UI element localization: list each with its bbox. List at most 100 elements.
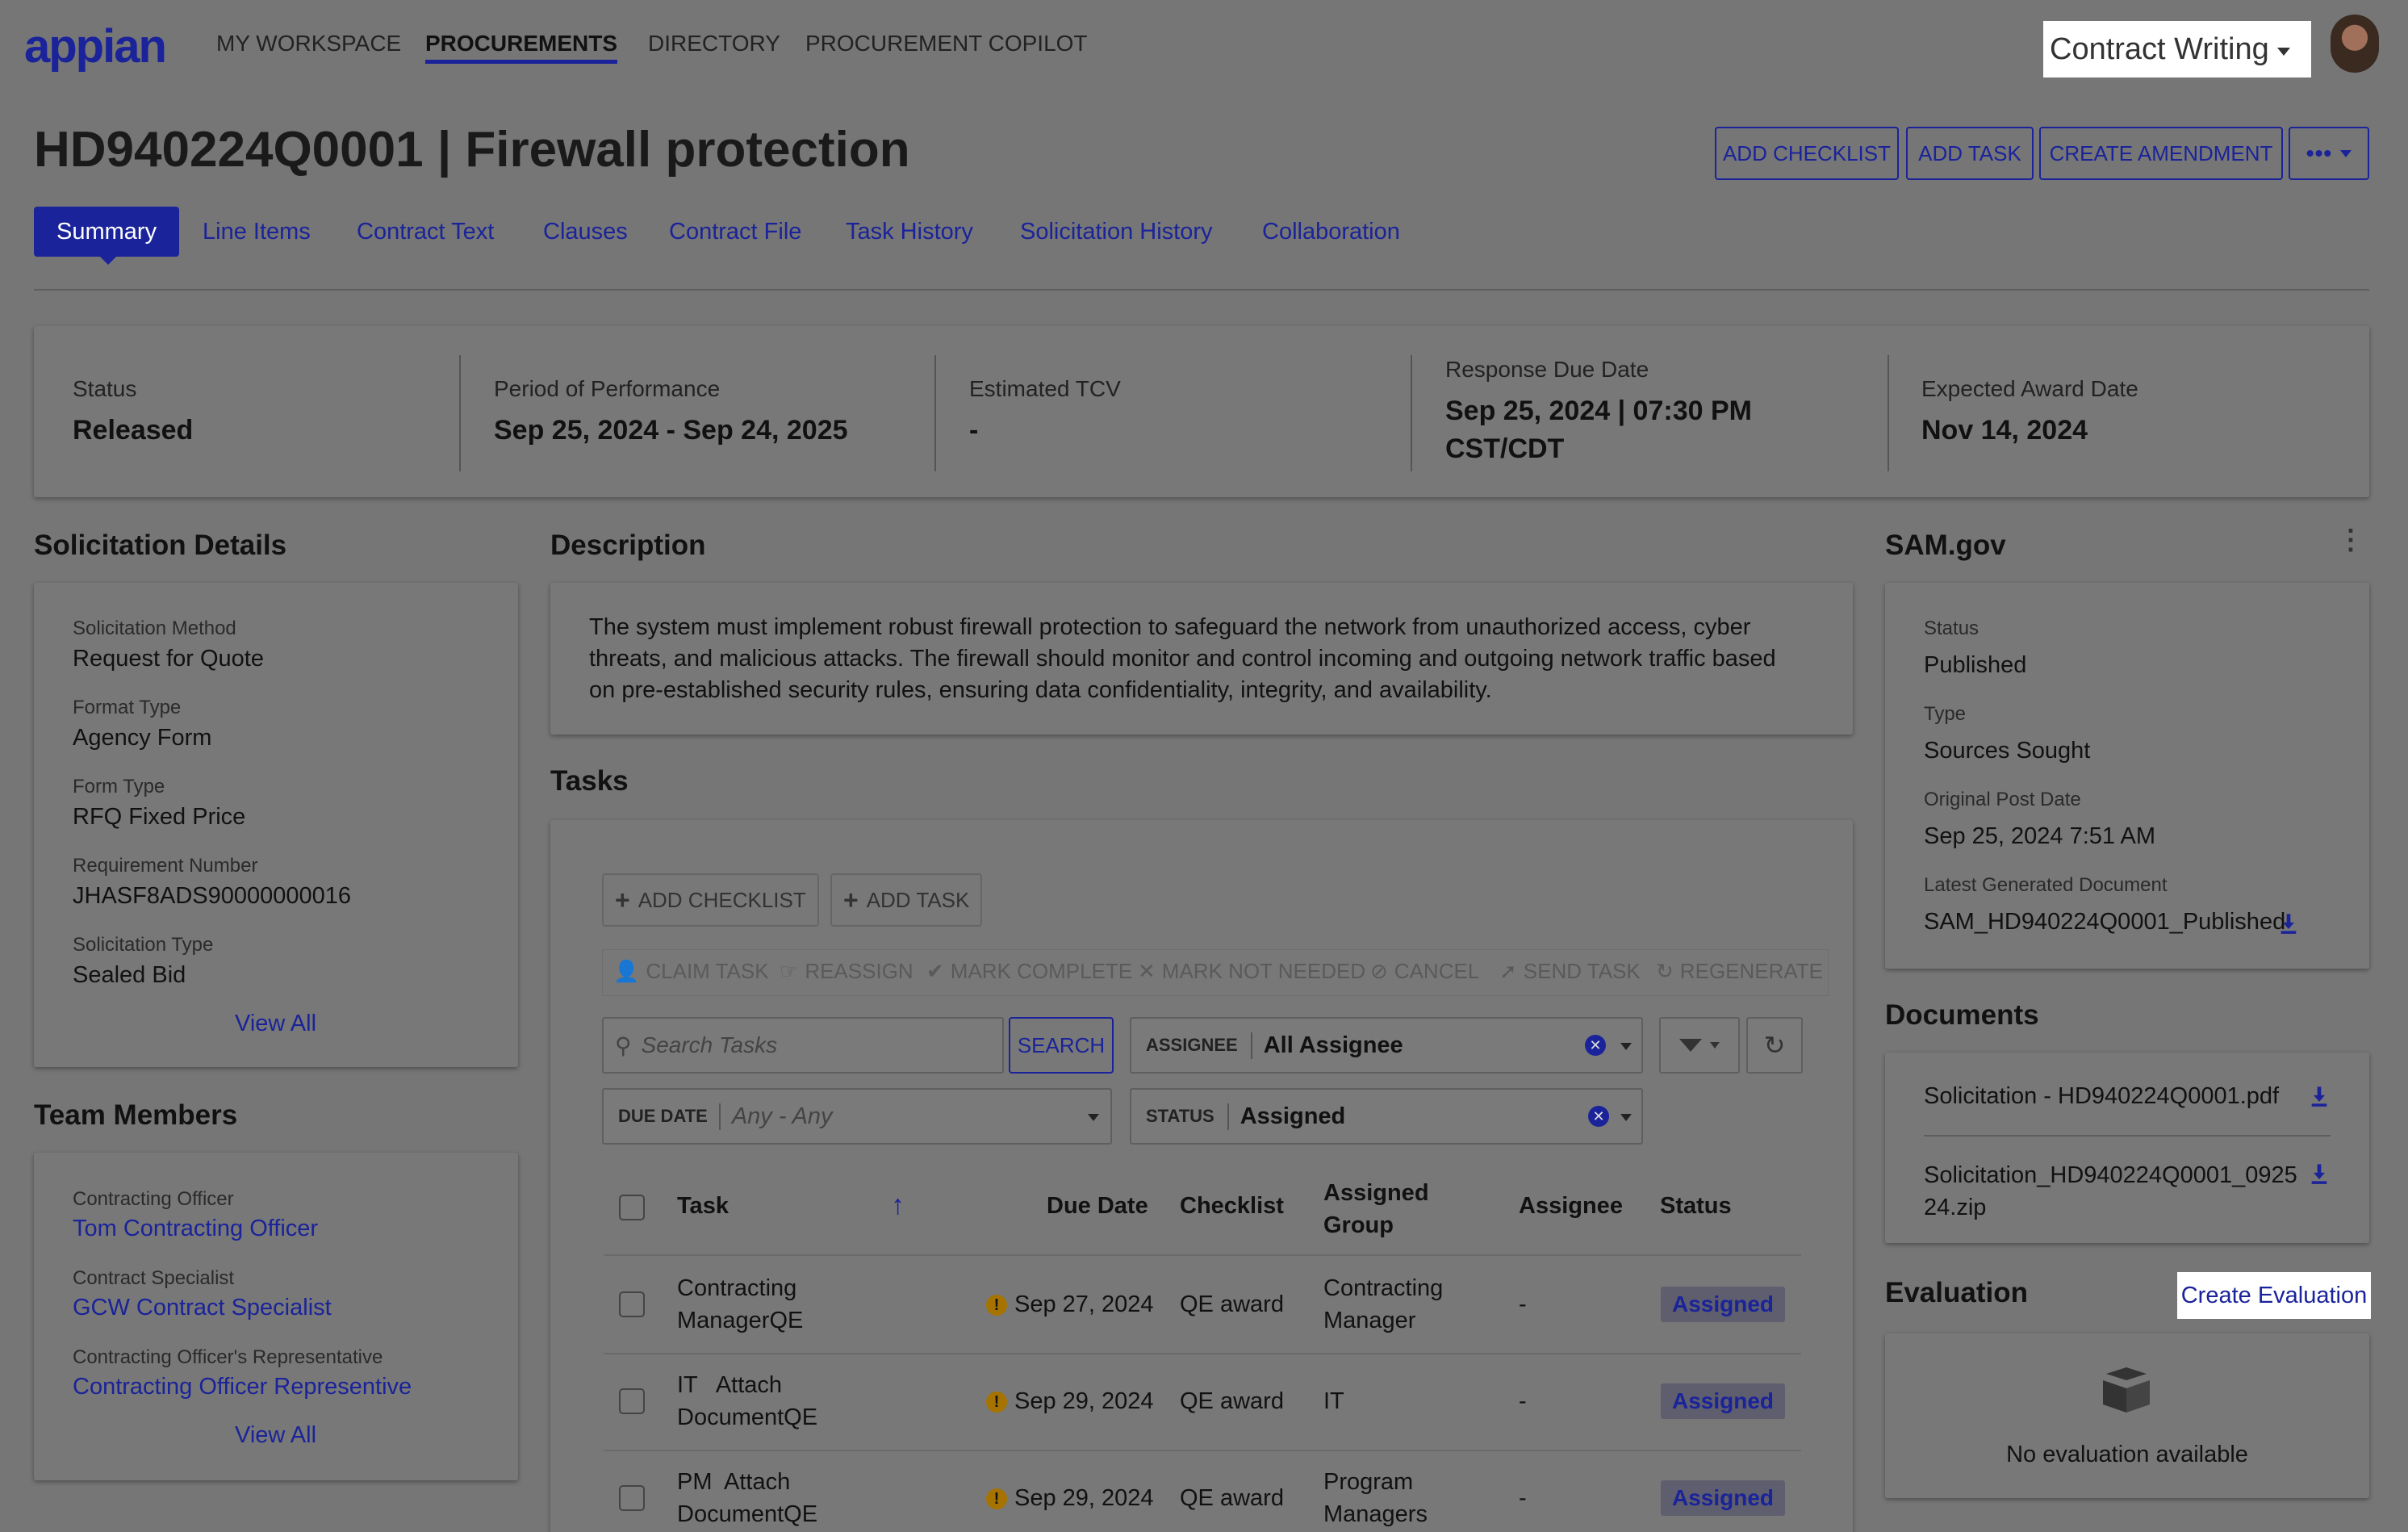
add-task-button[interactable]: ADD TASK [1906,127,2034,180]
document-file-name[interactable]: Solicitation - HD940224Q0001.pdf [1924,1083,2279,1110]
sam-post-date-value: Sep 25, 2024 7:51 AM [1924,823,2155,849]
due-date-filter[interactable]: DUE DATE Any - Any [602,1088,1112,1145]
row-checkbox[interactable] [619,1291,645,1317]
button-label: MARK COMPLETE [950,959,1133,983]
create-evaluation-link[interactable]: Create Evaluation [2177,1272,2371,1319]
ban-icon: ⊘ [1370,959,1388,983]
sam-gov-title: SAM.gov [1885,530,2006,561]
download-icon[interactable] [2308,1085,2331,1107]
nav-procurement-copilot[interactable]: PROCUREMENT COPILOT [805,31,1088,57]
tab-clauses[interactable]: Clauses [543,207,628,257]
refresh-icon: ↻ [1763,1031,1786,1060]
status-filter-label: STATUS [1146,1106,1214,1126]
app-switcher[interactable]: Contract Writing [2043,21,2311,77]
evaluation-title: Evaluation [1885,1277,2028,1308]
tabs-divider [34,289,2369,291]
tasks-add-checklist-button[interactable]: + ADD CHECKLIST [602,873,819,927]
sort-ascending-icon[interactable]: ↑ [891,1190,905,1221]
status-filter[interactable]: STATUS Assigned ✕ [1130,1088,1643,1145]
row-divider [604,1450,1801,1451]
caret-down-icon [1088,1114,1099,1121]
task-name-link[interactable]: IT Attach DocumentQE [677,1369,817,1434]
task-name-link[interactable]: PM Attach DocumentQE [677,1466,817,1530]
tab-summary[interactable]: Summary [34,207,180,257]
warning-icon: ! [986,1392,1007,1413]
tab-contract-text[interactable]: Contract Text [357,207,494,257]
user-avatar[interactable] [2331,15,2379,73]
nav-directory[interactable]: DIRECTORY [648,31,780,57]
clear-icon[interactable]: ✕ [1585,1035,1606,1056]
checklist-cell: QE award [1180,1388,1284,1414]
more-actions-button[interactable]: ••• [2289,127,2369,180]
sam-status-label: Status [1924,617,1979,639]
select-all-checkbox[interactable] [619,1195,645,1220]
member-name-link[interactable]: Contracting Officer Representive [73,1374,412,1400]
checklist-cell: QE award [1180,1291,1284,1317]
tasks-add-task-button[interactable]: + ADD TASK [830,873,983,927]
cancel-button[interactable]: ⊘ CANCEL [1370,959,1479,984]
team-view-all-link[interactable]: View All [235,1422,316,1449]
member-name-link[interactable]: Tom Contracting Officer [73,1216,318,1242]
refresh-icon: ↻ [1656,959,1674,983]
tab-task-history[interactable]: Task History [846,207,973,257]
filter-icon [1679,1039,1702,1052]
group-line: Program [1323,1469,1414,1495]
assignee-filter[interactable]: ASSIGNEE All Assignee ✕ [1130,1017,1643,1074]
status-filter-value: Assigned [1227,1103,1345,1130]
sam-type-label: Type [1924,703,1967,725]
kebab-menu-icon[interactable]: ⋮ [2337,526,2364,554]
clear-icon[interactable]: ✕ [1588,1106,1609,1127]
header-line: Assigned [1323,1180,1429,1206]
assignee-filter-value: All Assignee [1250,1032,1403,1059]
button-label: REASSIGN [805,959,913,983]
row-checkbox[interactable] [619,1485,645,1511]
column-header-checklist[interactable]: Checklist [1180,1193,1284,1220]
tab-contract-file[interactable]: Contract File [669,207,801,257]
task-name-link[interactable]: Contracting ManagerQE [677,1272,803,1337]
reassign-button[interactable]: ☞ REASSIGN [780,959,913,984]
download-icon[interactable] [2277,912,2300,935]
download-icon[interactable] [2308,1162,2331,1185]
status-label: Status [73,376,137,401]
member-name-link[interactable]: GCW Contract Specialist [73,1295,332,1321]
mark-complete-button[interactable]: ✔ MARK COMPLETE [926,959,1132,984]
caret-down-icon [1620,1114,1632,1121]
nav-my-workspace[interactable]: MY WORKSPACE [216,31,401,57]
file-name-line: 24.zip [1924,1195,1987,1220]
column-header-status[interactable]: Status [1660,1193,1732,1220]
due-date-cell: Sep 29, 2024 [1014,1485,1154,1511]
mark-not-needed-button[interactable]: ✕ MARK NOT NEEDED [1138,959,1365,984]
check-icon: ✔ [926,959,944,983]
group-line: Managers [1323,1501,1428,1527]
assigned-group-cell: IT [1323,1388,1344,1414]
solicitation-details-title: Solicitation Details [34,530,287,561]
claim-task-button[interactable]: 👤 CLAIM TASK [613,959,769,984]
tab-collaboration[interactable]: Collaboration [1262,207,1400,257]
create-amendment-button[interactable]: CREATE AMENDMENT [2039,127,2283,180]
filter-button[interactable] [1659,1017,1740,1074]
button-label: ADD CHECKLIST [638,887,806,912]
column-header-assigned-group[interactable]: Assigned Group [1323,1177,1429,1241]
search-button[interactable]: SEARCH [1009,1017,1114,1074]
row-checkbox[interactable] [619,1388,645,1414]
document-file-name[interactable]: Solicitation_HD940224Q0001_0925 24.zip [1924,1159,2297,1224]
add-checklist-button[interactable]: ADD CHECKLIST [1715,127,1899,180]
button-label: ADD TASK [866,887,970,912]
nav-procurements[interactable]: PROCUREMENTS [425,31,618,64]
caret-down-icon [1620,1043,1632,1050]
column-header-task[interactable]: Task [677,1193,729,1220]
appian-logo[interactable]: appian [24,19,167,73]
tab-solicitation-history[interactable]: Solicitation History [1020,207,1213,257]
tab-line-items[interactable]: Line Items [203,207,311,257]
regenerate-button[interactable]: ↻ REGENERATE [1656,959,1823,984]
solicitation-view-all-link[interactable]: View All [235,1011,316,1037]
column-header-due-date[interactable]: Due Date [1047,1193,1148,1220]
search-tasks-input[interactable]: ⚲ Search Tasks [602,1017,1004,1074]
column-header-assignee[interactable]: Assignee [1519,1193,1623,1220]
solicitation-type-value: Sealed Bid [73,962,186,988]
refresh-button[interactable]: ↻ [1746,1017,1803,1074]
send-task-button[interactable]: ➚ SEND TASK [1499,959,1641,984]
assignee-cell: - [1519,1388,1527,1414]
due-date-filter-label: DUE DATE [618,1106,708,1126]
task-name-line: Contracting [677,1275,797,1301]
